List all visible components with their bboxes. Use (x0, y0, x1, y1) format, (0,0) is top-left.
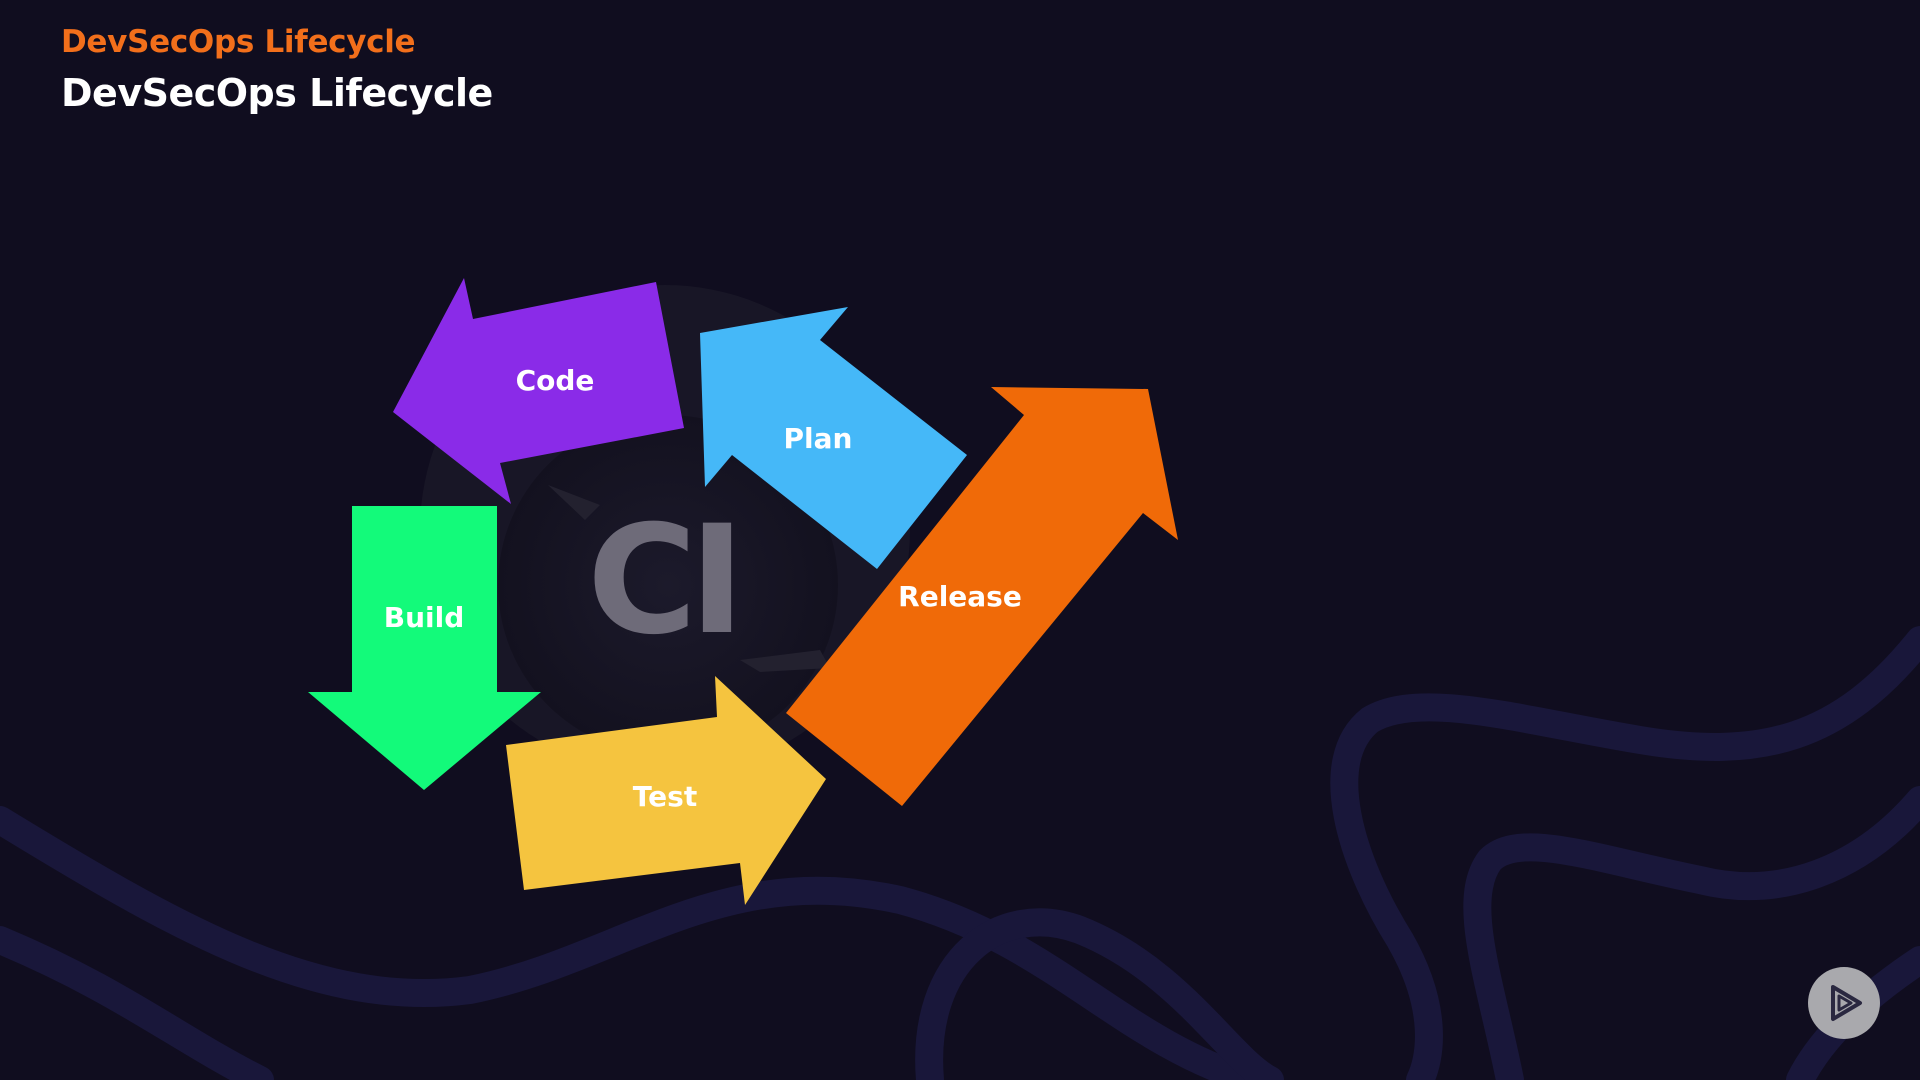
build-label: Build (384, 601, 465, 634)
plan-label: Plan (784, 422, 853, 455)
slide: DevSecOps Lifecycle DevSecOps Lifecycle … (0, 0, 1920, 1080)
release-label: Release (898, 580, 1022, 613)
player-logo-button[interactable] (1808, 967, 1880, 1039)
center-label: CI (587, 494, 737, 668)
ci-cycle-diagram: CI Code Plan Build Test Release (308, 278, 1178, 905)
test-label: Test (633, 780, 697, 813)
code-label: Code (516, 364, 595, 397)
play-logo-icon (1831, 985, 1862, 1021)
